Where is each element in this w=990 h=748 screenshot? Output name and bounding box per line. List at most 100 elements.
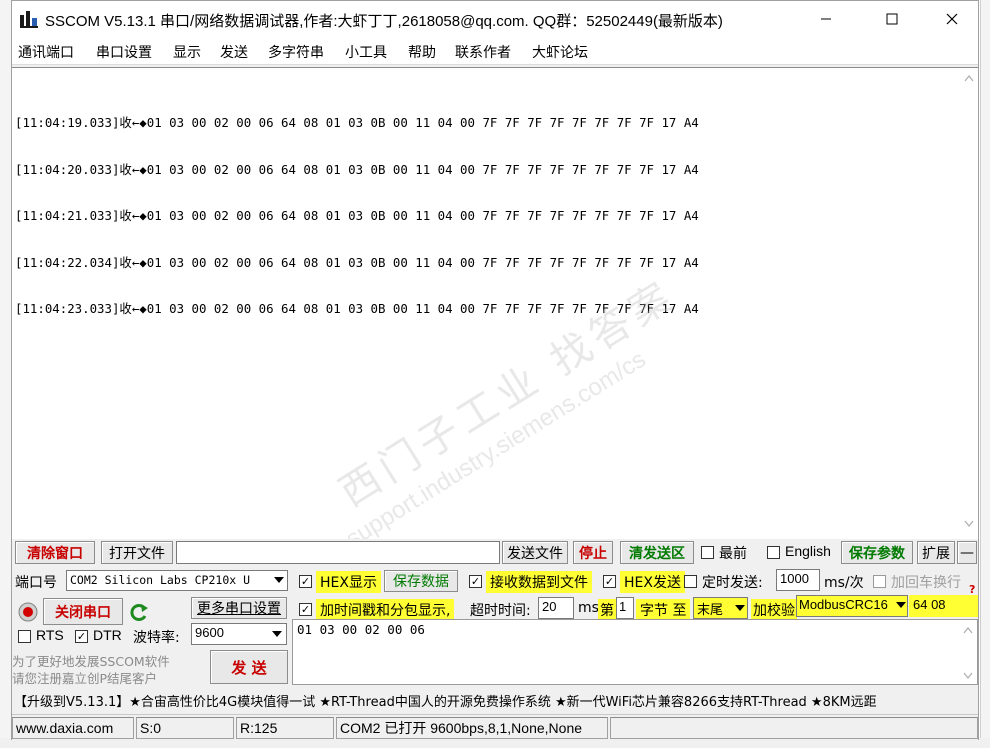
timeout-label: 超时时间: <box>470 603 531 619</box>
more-settings-button[interactable]: 更多串口设置 <box>191 597 287 619</box>
close-port-button[interactable]: 关闭串口 <box>43 598 123 625</box>
scroll-up-icon[interactable] <box>963 626 973 634</box>
stop-button[interactable]: 停止 <box>573 541 613 564</box>
receive-line: [11:04:19.033]收←◆01 03 00 02 00 06 64 08… <box>15 115 699 130</box>
receive-area[interactable]: [11:04:19.033]收←◆01 03 00 02 00 06 64 08… <box>12 67 978 553</box>
receive-line: [11:04:23.033]收←◆01 03 00 02 00 06 64 08… <box>15 301 699 316</box>
status-received-count: R:125 <box>236 717 334 739</box>
rts-label: RTS <box>36 627 64 643</box>
send-input[interactable]: 01 03 00 02 00 06 <box>292 619 978 685</box>
timestamp-label: 加时间戳和分包显示, <box>316 599 455 621</box>
maximize-button[interactable] <box>864 1 920 37</box>
status-extra <box>610 717 978 739</box>
english-checkbox[interactable] <box>767 546 780 559</box>
clear-send-button[interactable]: 清发送区 <box>620 541 694 564</box>
byte-end-value: 末尾 <box>697 603 724 618</box>
chevron-down-icon[interactable] <box>272 631 282 638</box>
app-icon <box>19 9 39 29</box>
menu-display[interactable]: 显示 <box>173 42 201 62</box>
menu-bar: 通讯端口 串口设置 显示 发送 多字符串 小工具 帮助 联系作者 大虾论坛 <box>12 37 978 65</box>
minimize-icon <box>821 18 831 20</box>
chevron-down-icon[interactable] <box>735 605 745 612</box>
ticker-text: 【升级到V5.13.1】★合宙高性价比4G模块值得一试 ★RT-Thread中国… <box>14 695 877 710</box>
checksum-label: 加校验 <box>751 599 797 621</box>
scroll-up-icon[interactable] <box>964 74 974 82</box>
port-status-indicator <box>18 602 38 622</box>
refresh-ports-button[interactable] <box>128 601 150 623</box>
toolbar: 清除窗口 打开文件 发送文件 停止 清发送区 最前 English 保存参数 扩… <box>12 539 978 566</box>
receive-line: [11:04:22.034]收←◆01 03 00 02 00 06 64 08… <box>15 254 699 270</box>
recv-to-file-checkbox[interactable]: ✓ <box>469 575 482 588</box>
hex-display-label: HEX显示 <box>316 571 381 593</box>
menu-serial-settings[interactable]: 串口设置 <box>96 42 152 62</box>
timed-send-checkbox[interactable] <box>684 575 697 588</box>
topmost-label: 最前 <box>719 546 747 562</box>
status-website[interactable]: www.daxia.com <box>12 717 134 739</box>
interval-unit: ms/次 <box>824 575 864 591</box>
hex-display-checkbox[interactable]: ✓ <box>299 575 312 588</box>
expand-button[interactable]: 扩展 <box>917 541 955 564</box>
scroll-down-icon[interactable] <box>964 520 974 528</box>
english-label: English <box>785 543 831 559</box>
open-file-button[interactable]: 打开文件 <box>101 541 173 564</box>
receive-scrollbar[interactable] <box>960 68 978 540</box>
alert-icon: ? <box>969 583 976 596</box>
byte-from-label: 第 <box>598 599 616 621</box>
receive-log: [11:04:19.033]收←◆01 03 00 02 00 06 64 08… <box>15 84 699 348</box>
watermark-url: support.industry.siemens.com/cs <box>341 345 651 553</box>
clear-window-button[interactable]: 清除窗口 <box>15 541 95 564</box>
timeout-input[interactable]: 20 <box>538 597 574 619</box>
menu-contact-author[interactable]: 联系作者 <box>455 42 511 62</box>
close-button[interactable] <box>924 1 980 37</box>
title-bar[interactable]: SSCOM V5.13.1 串口/网络数据调试器,作者:大虾丁丁,2618058… <box>12 1 978 37</box>
port-select[interactable]: COM2 Silicon Labs CP210x U <box>66 570 288 591</box>
baud-value: 9600 <box>195 625 224 640</box>
topmost-checkbox[interactable] <box>701 546 714 559</box>
timed-send-label: 定时发送: <box>702 575 763 591</box>
baud-label: 波特率: <box>133 630 180 646</box>
add-crlf-checkbox[interactable] <box>873 575 886 588</box>
send-file-button[interactable]: 发送文件 <box>502 541 568 564</box>
status-sent-count: S:0 <box>136 717 234 739</box>
status-bar: www.daxia.com S:0 R:125 COM2 已打开 9600bps… <box>12 714 978 740</box>
ad-text-line2[interactable]: 请您注册嘉立创P结尾客户 <box>12 668 157 687</box>
menu-multi-string[interactable]: 多字符串 <box>268 42 324 62</box>
crc-result: 64 08 <box>909 595 978 617</box>
scroll-down-icon[interactable] <box>963 672 973 680</box>
timestamp-checkbox[interactable]: ✓ <box>299 603 312 616</box>
rts-checkbox[interactable] <box>18 630 31 643</box>
chevron-down-icon[interactable] <box>274 577 284 584</box>
byte-from-input[interactable]: 1 <box>616 597 634 619</box>
recv-to-file-label: 接收数据到文件 <box>486 571 592 593</box>
receive-line: [11:04:20.033]收←◆01 03 00 02 00 06 64 08… <box>15 161 699 177</box>
maximize-icon <box>886 13 898 25</box>
dtr-checkbox[interactable]: ✓ <box>75 630 88 643</box>
chevron-down-icon[interactable] <box>896 602 906 609</box>
port-value: COM2 Silicon Labs CP210x U <box>70 573 251 587</box>
port-label: 端口号 <box>15 575 57 591</box>
checksum-value: ModbusCRC16 <box>799 597 888 612</box>
menu-send[interactable]: 发送 <box>220 42 248 62</box>
collapse-button[interactable]: — <box>957 541 977 564</box>
interval-input[interactable]: 1000 <box>776 569 820 591</box>
menu-help[interactable]: 帮助 <box>408 42 436 62</box>
byte-to-label: 字节 至 <box>636 599 691 621</box>
refresh-icon <box>130 604 148 621</box>
file-path-input[interactable] <box>176 541 500 564</box>
save-params-button[interactable]: 保存参数 <box>841 541 913 564</box>
menu-forum[interactable]: 大虾论坛 <box>532 42 588 62</box>
hex-send-checkbox[interactable]: ✓ <box>603 575 616 588</box>
send-button[interactable]: 发 送 <box>210 650 288 684</box>
dtr-label: DTR <box>93 627 122 643</box>
desktop-background-right <box>980 0 990 748</box>
window-title: SSCOM V5.13.1 串口/网络数据调试器,作者:大虾丁丁,2618058… <box>45 13 723 30</box>
save-data-button[interactable]: 保存数据 <box>384 570 458 592</box>
hex-send-label: HEX发送 <box>620 571 685 593</box>
menu-comm-port[interactable]: 通讯端口 <box>18 42 74 62</box>
checksum-select[interactable]: ModbusCRC16 <box>796 595 908 617</box>
send-content: 01 03 00 02 00 06 <box>297 622 425 637</box>
news-ticker[interactable]: 【升级到V5.13.1】★合宙高性价比4G模块值得一试 ★RT-Thread中国… <box>12 686 978 712</box>
minimize-button[interactable] <box>798 1 854 37</box>
add-crlf-label: 加回车换行 <box>891 575 961 591</box>
menu-tools[interactable]: 小工具 <box>345 42 387 62</box>
